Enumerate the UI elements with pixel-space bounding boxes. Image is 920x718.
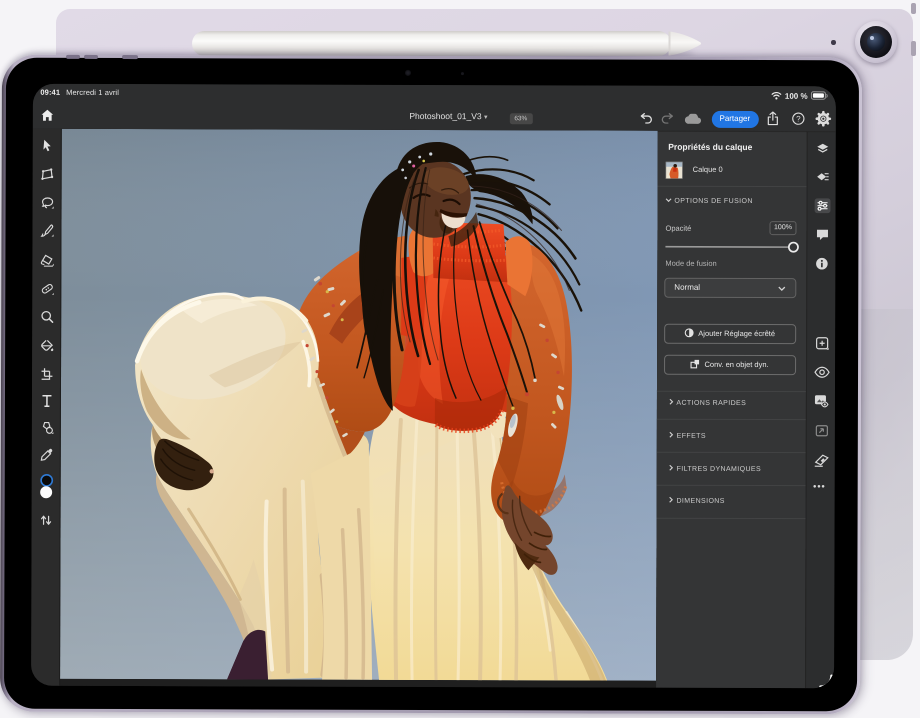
svg-text:?: ?: [796, 114, 801, 123]
svg-text:100 %: 100 %: [784, 92, 807, 101]
